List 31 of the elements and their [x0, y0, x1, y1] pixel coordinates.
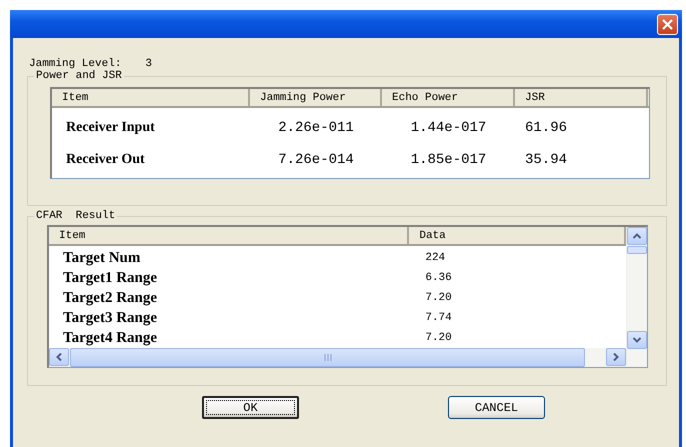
scroll-down-button[interactable] [627, 331, 647, 349]
table-cell-text: 7.20 [424, 292, 453, 304]
table-cell-text: 1.85e-017 [410, 152, 488, 168]
table-cell-text: 6.36 [424, 272, 453, 284]
table-cell-text: Receiver Out [65, 152, 146, 168]
table-cell-text: 2.26e-011 [277, 120, 355, 136]
table-cell-text: Target Num [62, 250, 142, 266]
table-cell-text: 61.96 [524, 120, 568, 136]
vertical-scrollbar[interactable] [627, 227, 647, 349]
table-cell-text: Target1 Range [62, 270, 158, 286]
scroll-left-button[interactable] [49, 348, 69, 366]
table-cell-text: 224 [424, 252, 446, 264]
scroll-right-button[interactable] [606, 348, 626, 366]
table-cell-text: 7.20 [424, 332, 453, 344]
scroll-up-button[interactable] [627, 227, 647, 245]
grip-icon [324, 354, 332, 361]
jamming-level-value: 3 [145, 58, 152, 70]
cancel-button[interactable]: CANCEL [448, 396, 545, 419]
table-cell-text: 35.94 [524, 152, 568, 168]
table-cell-text: Target2 Range [62, 290, 158, 306]
table-cell-text: Target3 Range [62, 310, 158, 326]
table-cell-text: 7.74 [424, 312, 453, 324]
table-cell-text: 1.44e-017 [410, 120, 488, 136]
close-button[interactable] [657, 14, 678, 34]
table-cell-text: Target4 Range [62, 330, 158, 346]
table-cell-text: Receiver Input [65, 120, 156, 136]
close-icon [662, 18, 673, 30]
ok-button[interactable]: OK [202, 396, 299, 419]
scroll-thumb[interactable] [627, 246, 647, 254]
jamming-level-label: Jamming Level: [29, 58, 122, 70]
table-cell-text: 7.26e-014 [277, 152, 355, 168]
